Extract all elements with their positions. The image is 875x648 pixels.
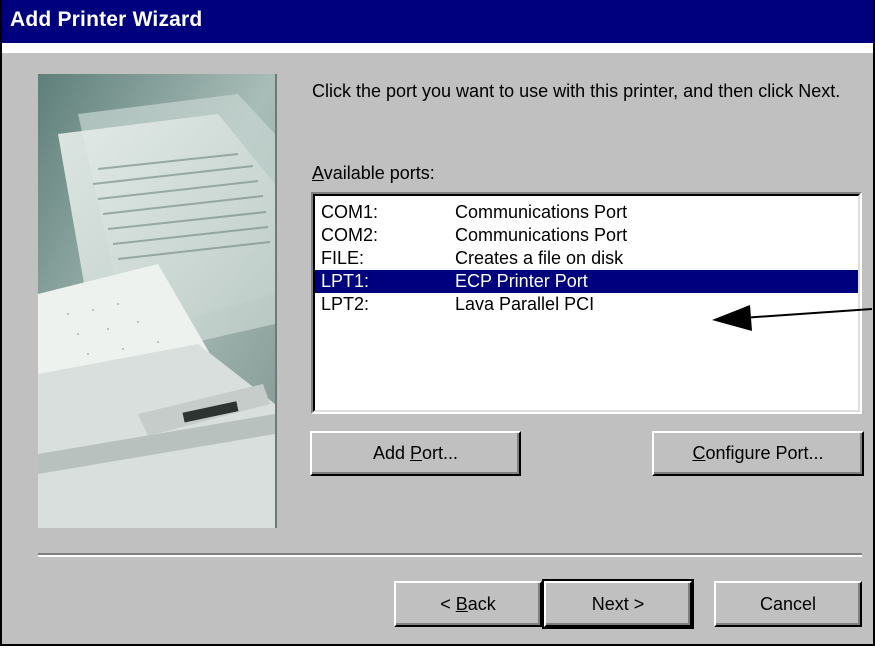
port-description: Creates a file on disk xyxy=(455,248,624,268)
ports-list-inner: COM1: Communications Port COM2: Communic… xyxy=(313,194,860,412)
port-name: COM1: xyxy=(321,202,379,222)
cancel-label: Cancel xyxy=(759,593,817,614)
port-row-com1[interactable]: COM1: Communications Port xyxy=(315,201,858,224)
cancel-button[interactable]: Cancel xyxy=(714,581,862,627)
available-ports-label: Available ports: xyxy=(312,163,435,184)
printer-illustration-icon xyxy=(38,74,275,528)
configure-port-access-key: C xyxy=(692,443,706,463)
back-access-key: B xyxy=(455,593,468,614)
printer-illustration xyxy=(38,74,277,528)
add-port-label-pre: Add xyxy=(372,443,410,463)
port-row-lpt1[interactable]: LPT1: ECP Printer Port xyxy=(315,270,858,293)
back-label-post: ack xyxy=(467,593,496,614)
port-description: ECP Printer Port xyxy=(455,271,588,291)
title-bar-gap xyxy=(2,43,873,53)
add-port-button[interactable]: Add Port... xyxy=(310,431,521,476)
available-ports-list[interactable]: COM1: Communications Port COM2: Communic… xyxy=(311,192,862,414)
ports-label-text: vailable ports: xyxy=(323,163,435,183)
window-title: Add Printer Wizard xyxy=(10,8,203,31)
port-description: Communications Port xyxy=(455,225,628,245)
port-description: Communications Port xyxy=(455,202,628,222)
next-button[interactable]: Next > xyxy=(542,579,694,629)
port-row-com2[interactable]: COM2: Communications Port xyxy=(315,224,858,247)
port-name: LPT2: xyxy=(321,294,370,314)
add-printer-wizard-window: Add Printer Wizard Click the port you wa… xyxy=(0,0,875,646)
port-row-lpt2[interactable]: LPT2: Lava Parallel PCI xyxy=(315,293,858,316)
add-port-label-post: ort... xyxy=(422,443,459,463)
next-label: Next > xyxy=(591,593,645,614)
ports-label-access-key: A xyxy=(312,163,324,183)
port-description: Lava Parallel PCI xyxy=(455,294,595,314)
add-port-access-key: P xyxy=(410,443,423,463)
instruction-text: Click the port you want to use with this… xyxy=(312,81,841,101)
port-name: COM2: xyxy=(321,225,379,245)
port-row-file[interactable]: FILE: Creates a file on disk xyxy=(315,247,858,270)
configure-port-label-post: onfigure Port... xyxy=(705,443,824,463)
separator-line xyxy=(38,553,862,557)
configure-port-button[interactable]: Configure Port... xyxy=(652,431,864,476)
port-name: FILE: xyxy=(321,248,365,268)
title-bar[interactable]: Add Printer Wizard xyxy=(2,0,873,43)
back-button[interactable]: < Back xyxy=(394,581,542,627)
back-label-pre: < xyxy=(440,593,456,614)
port-name: LPT1: xyxy=(321,271,370,291)
